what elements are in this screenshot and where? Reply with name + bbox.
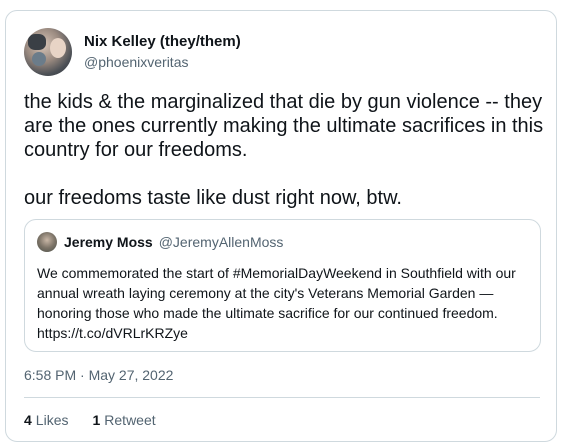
quoted-tweet-header: Jeremy Moss @JeremyAllenMoss	[37, 232, 283, 252]
divider	[24, 397, 540, 398]
quoted-tweet[interactable]: Jeremy Moss @JeremyAllenMoss We commemor…	[24, 219, 541, 352]
author-handle[interactable]: @phoenixveritas	[84, 53, 241, 72]
tweet-paragraph: the kids & the marginalized that die by …	[24, 91, 544, 161]
tweet-stats: 4 Likes 1 Retweet	[24, 412, 180, 428]
likes-count: 4	[24, 412, 32, 428]
avatar[interactable]	[24, 28, 72, 76]
likes-label: Likes	[35, 412, 69, 428]
author-info: Nix Kelley (they/them) @phoenixveritas	[84, 32, 241, 72]
author-display-name[interactable]: Nix Kelley (they/them)	[84, 32, 241, 51]
tweet-paragraph: our freedoms taste like dust right now, …	[24, 187, 402, 209]
tweet-header: Nix Kelley (they/them) @phoenixveritas	[24, 27, 241, 77]
tweet-card: Nix Kelley (they/them) @phoenixveritas t…	[5, 10, 557, 442]
retweets-label: Retweet	[104, 412, 156, 428]
likes-stat[interactable]: 4 Likes	[24, 412, 68, 428]
quoted-tweet-text: We commemorated the start of #MemorialDa…	[37, 265, 516, 341]
retweets-stat[interactable]: 1 Retweet	[92, 412, 155, 428]
retweets-count: 1	[92, 412, 101, 428]
quoted-avatar	[37, 232, 57, 252]
tweet-timestamp[interactable]: 6:58 PM · May 27, 2022	[24, 367, 173, 383]
quoted-display-name: Jeremy Moss	[64, 234, 153, 250]
tweet-text: the kids & the marginalized that die by …	[24, 90, 544, 210]
quoted-handle: @JeremyAllenMoss	[158, 234, 284, 250]
